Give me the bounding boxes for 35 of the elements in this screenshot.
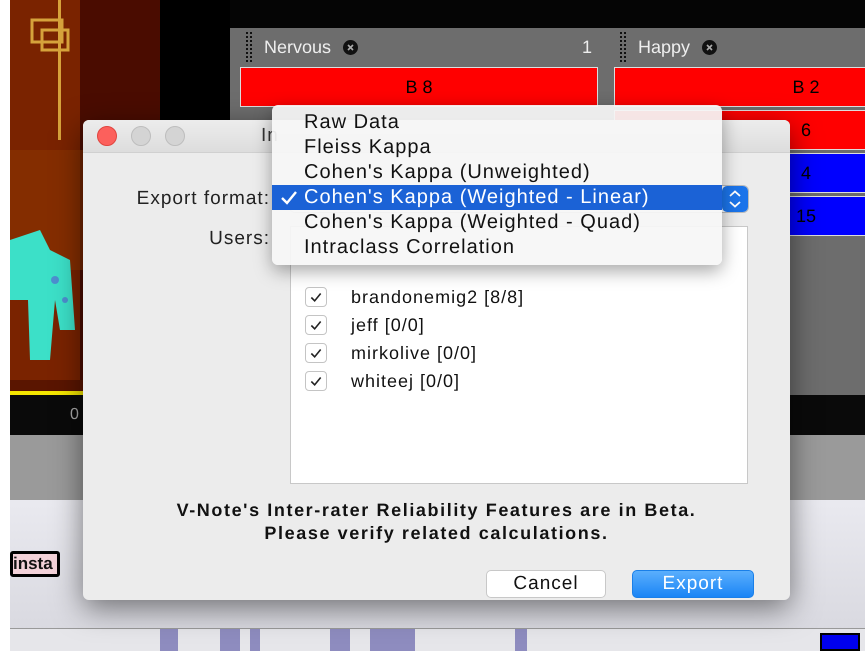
field-label: Export format: (136, 187, 270, 211)
menu-item[interactable]: Cohen's Kappa (Weighted - Linear) (272, 185, 722, 210)
user-name: brandonemig2 [8/8] (351, 286, 524, 308)
stepper-icon[interactable] (722, 186, 748, 212)
user-name: jeff [0/0] (351, 314, 425, 336)
column-title: Nervous (264, 36, 332, 58)
code-cell[interactable]: B 8 (240, 67, 598, 107)
close-button[interactable] (97, 126, 117, 146)
checkbox[interactable] (305, 343, 327, 363)
user-name: mirkolive [0/0] (351, 342, 478, 364)
close-icon[interactable] (343, 40, 358, 54)
checkbox[interactable] (305, 287, 327, 307)
column-title: Happy (638, 36, 690, 58)
check-icon (310, 348, 322, 358)
beta-notice: Please verify related calculations. (264, 523, 609, 544)
check-icon (310, 320, 322, 330)
drag-handle-icon[interactable] (620, 32, 626, 62)
check-icon (310, 376, 322, 386)
annotation-tag[interactable]: insta (10, 551, 60, 577)
code-cell[interactable]: B 2 (614, 67, 865, 107)
time-label: 0 (70, 406, 79, 424)
menu-item[interactable]: Cohen's Kappa (Unweighted) (272, 160, 722, 185)
menu-item[interactable]: Intraclass Correlation (272, 235, 722, 260)
user-name: whiteej [0/0] (351, 370, 460, 392)
column-count: 1 (582, 36, 592, 58)
menu-item[interactable]: Cohen's Kappa (Weighted - Quad) (272, 210, 722, 235)
close-icon[interactable] (702, 40, 718, 54)
beta-notice: V-Note's Inter-rater Reliability Features are in Beta. (176, 500, 696, 521)
field-label: Users: (209, 227, 270, 251)
cancel-button[interactable]: Cancel (486, 570, 606, 598)
checkbox[interactable] (305, 371, 327, 391)
drag-handle-icon[interactable] (246, 32, 252, 62)
checkmark-icon (280, 190, 298, 206)
checkbox[interactable] (305, 315, 327, 335)
check-icon (310, 292, 322, 302)
